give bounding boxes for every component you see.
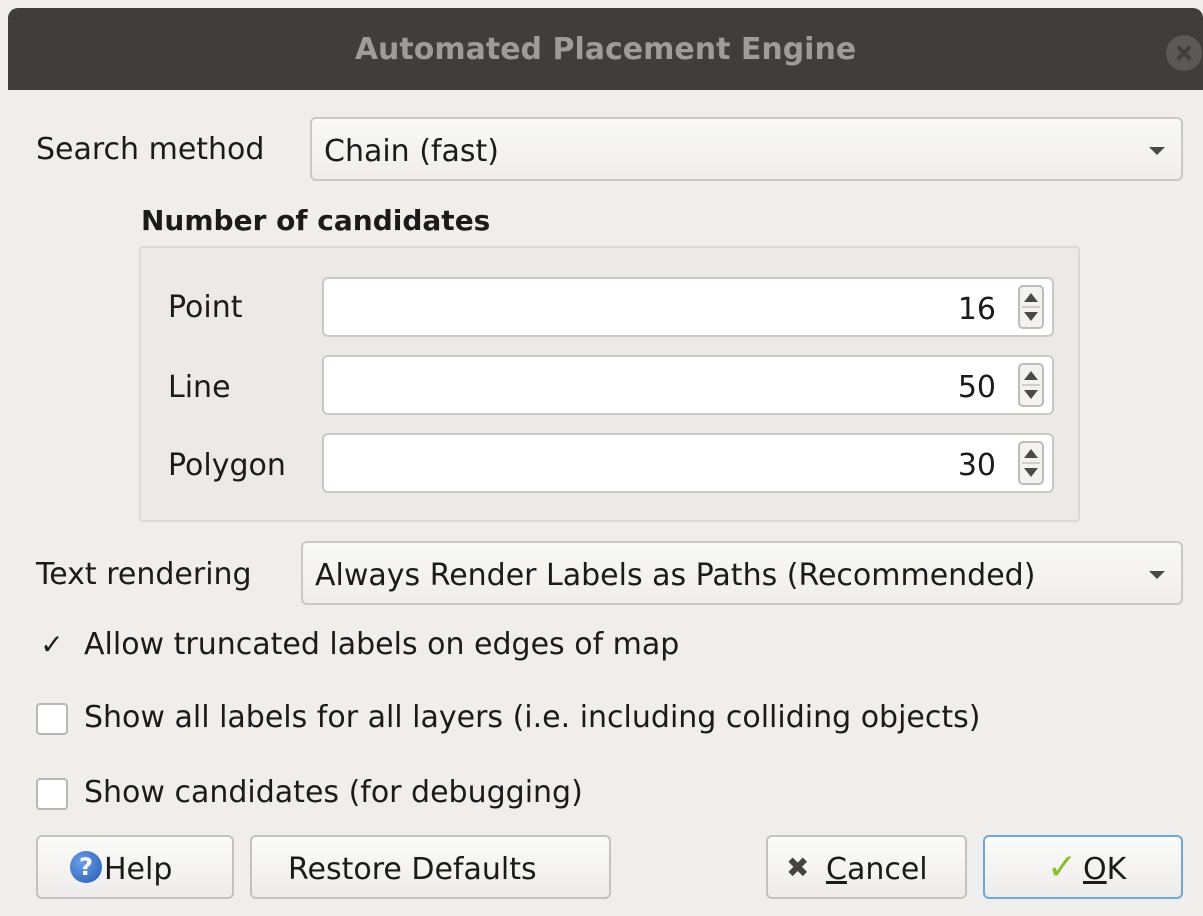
stepper-icon[interactable] [1018, 441, 1044, 485]
stepper-icon[interactable] [1018, 285, 1044, 329]
line-label: Line [168, 370, 231, 405]
truncated-label: Allow truncated labels on edges of map [84, 627, 680, 662]
ok-button[interactable]: ✓ OK [983, 835, 1183, 899]
help-button[interactable]: ? Help [36, 835, 234, 899]
polygon-spinbox[interactable]: 30 [322, 433, 1054, 493]
search-method-select[interactable]: Chain (fast) [310, 117, 1183, 181]
stepper-icon[interactable] [1018, 363, 1044, 407]
candidates-label: Show candidates (for debugging) [84, 775, 583, 810]
cancel-icon: ✖ [786, 851, 810, 884]
chevron-down-icon [1149, 147, 1165, 155]
polygon-value: 30 [957, 448, 996, 483]
restore-defaults-label: Restore Defaults [288, 852, 537, 887]
point-value: 16 [957, 292, 996, 327]
line-value: 50 [957, 370, 996, 405]
truncated-checkbox[interactable]: ✓ [36, 631, 68, 663]
polygon-label: Polygon [168, 448, 286, 483]
chevron-down-icon [1149, 571, 1165, 579]
check-icon: ✓ [1047, 847, 1078, 888]
ok-label: OK [1083, 852, 1127, 887]
restore-defaults-button[interactable]: Restore Defaults [250, 835, 611, 899]
search-method-value: Chain (fast) [324, 134, 499, 169]
close-icon[interactable] [1166, 35, 1202, 71]
cancel-label: Cancel [826, 852, 928, 887]
show-all-label: Show all labels for all layers (i.e. inc… [84, 700, 981, 735]
point-spinbox[interactable]: 16 [322, 277, 1054, 337]
window-title: Automated Placement Engine [354, 32, 857, 67]
candidates-group-title: Number of candidates [141, 204, 491, 237]
help-icon: ? [70, 851, 102, 883]
text-rendering-value: Always Render Labels as Paths (Recommend… [315, 558, 1036, 593]
text-rendering-label: Text rendering [36, 557, 252, 592]
candidates-checkbox[interactable] [36, 778, 68, 810]
show-all-checkbox[interactable] [36, 703, 68, 735]
cancel-button[interactable]: ✖ Cancel [766, 835, 967, 899]
text-rendering-select[interactable]: Always Render Labels as Paths (Recommend… [301, 541, 1183, 605]
title-bar: Automated Placement Engine [8, 8, 1203, 90]
line-spinbox[interactable]: 50 [322, 355, 1054, 415]
search-method-label: Search method [36, 132, 265, 167]
help-label: Help [104, 852, 173, 887]
point-label: Point [168, 290, 243, 325]
